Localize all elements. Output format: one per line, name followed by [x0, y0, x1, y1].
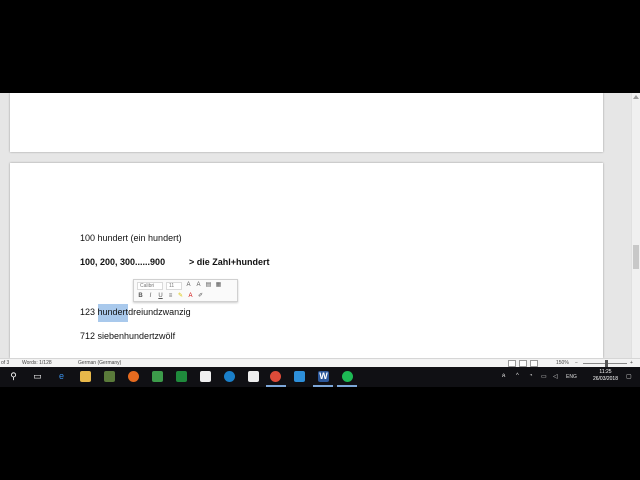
word-active-indicator [313, 385, 333, 387]
web-layout-icon[interactable] [530, 360, 538, 367]
search-icon[interactable]: ⚲ [8, 371, 19, 382]
status-bar: of 3 Words: 1/128 German (Germany) − 150… [0, 358, 640, 367]
onedrive-icon[interactable] [294, 371, 305, 382]
zoom-slider-thumb[interactable] [605, 360, 608, 367]
chrome-icon[interactable] [270, 371, 281, 382]
italic-button[interactable]: I [147, 293, 154, 300]
photos-icon[interactable] [152, 371, 163, 382]
paragraph-icon[interactable]: ▦ [215, 282, 222, 289]
document-page-2[interactable]: 100 hundert (ein hundert) 100, 200, 300.… [10, 163, 603, 358]
input-language[interactable]: ENG [566, 374, 577, 380]
language-indicator[interactable]: German (Germany) [78, 360, 121, 366]
read-mode-icon[interactable] [508, 360, 516, 367]
clock-time: 11:25 [599, 369, 612, 375]
doc-line-2[interactable]: 100, 200, 300......900 > die Zahl+hunder… [80, 257, 270, 267]
tray-arrow-icon[interactable]: ^ [516, 373, 519, 379]
clock-date: 26/03/2018 [592, 376, 618, 382]
chrome-active-indicator [266, 385, 286, 387]
zoom-in-icon[interactable]: + [630, 360, 633, 366]
spotify-active-indicator [337, 385, 357, 387]
system-clock[interactable]: 11:25 26/03/2018 [593, 369, 618, 383]
vertical-scrollbar[interactable] [631, 93, 640, 358]
mail-icon[interactable] [248, 371, 259, 382]
notifications-icon[interactable]: ▢ [626, 373, 632, 380]
spotify-icon[interactable] [342, 371, 353, 382]
task-view-icon[interactable]: ▭ [32, 371, 43, 382]
word-count[interactable]: Words: 1/128 [22, 360, 52, 366]
grow-font-icon[interactable]: A [185, 282, 192, 289]
underline-button[interactable]: U [157, 293, 164, 300]
taskbar: ⚲ ▭ e W ጰ ^ ◔ ▭ ◁ ENG 11:25 26/03/2018 ▢ [0, 367, 640, 387]
zoom-level[interactable]: 150% [556, 360, 569, 366]
font-name-box[interactable]: Calibri [137, 281, 163, 290]
styles-icon[interactable]: ▤ [205, 282, 212, 289]
doc-line-1[interactable]: 100 hundert (ein hundert) [80, 233, 182, 243]
zoom-out-icon[interactable]: − [575, 360, 578, 366]
font-size-box[interactable]: 11 [166, 281, 182, 290]
document-icon[interactable] [200, 371, 211, 382]
word-window: 100 hundert (ein hundert) 100, 200, 300.… [0, 93, 640, 387]
edge-icon[interactable]: e [56, 371, 67, 382]
highlight-icon[interactable]: ✎ [177, 293, 184, 300]
wifi-icon[interactable]: ◔ [529, 373, 533, 379]
doc-line-3[interactable]: 123 hundertdreiundzwanzig [80, 304, 191, 322]
scroll-thumb[interactable] [633, 245, 639, 269]
align-icon[interactable]: ≡ [167, 293, 174, 300]
document-page-1[interactable] [10, 93, 603, 152]
scroll-up-icon[interactable] [633, 95, 639, 99]
doc-line-3-suffix: dreiundzwanzig [128, 307, 191, 317]
doc-line-3-prefix: 123 [80, 307, 98, 317]
app-icon[interactable] [224, 371, 235, 382]
people-icon[interactable]: ጰ [502, 373, 506, 380]
excel-like-icon[interactable] [176, 371, 187, 382]
doc-line-2-rule: > die Zahl+hundert [189, 257, 270, 267]
store-icon[interactable] [104, 371, 115, 382]
selected-text[interactable]: hundert [97, 304, 129, 322]
shrink-font-icon[interactable]: A [195, 282, 202, 289]
print-layout-icon[interactable] [519, 360, 527, 367]
format-painter-icon[interactable]: ✐ [197, 293, 204, 300]
battery-icon[interactable]: ▭ [541, 373, 547, 380]
bold-button[interactable]: B [137, 293, 144, 300]
doc-line-2-numbers: 100, 200, 300......900 [80, 257, 166, 267]
word-icon[interactable]: W [318, 371, 329, 382]
file-explorer-icon[interactable] [80, 371, 91, 382]
mini-formatting-toolbar[interactable]: Calibri 11 A A ▤ ▦ B I U ≡ ✎ A ✐ [133, 279, 238, 302]
volume-icon[interactable]: ◁ [553, 373, 558, 380]
font-color-button[interactable]: A [187, 293, 194, 300]
page-count[interactable]: of 3 [1, 360, 9, 366]
firefox-icon[interactable] [128, 371, 139, 382]
doc-line-4[interactable]: 712 siebenhundertzwölf [80, 331, 175, 341]
